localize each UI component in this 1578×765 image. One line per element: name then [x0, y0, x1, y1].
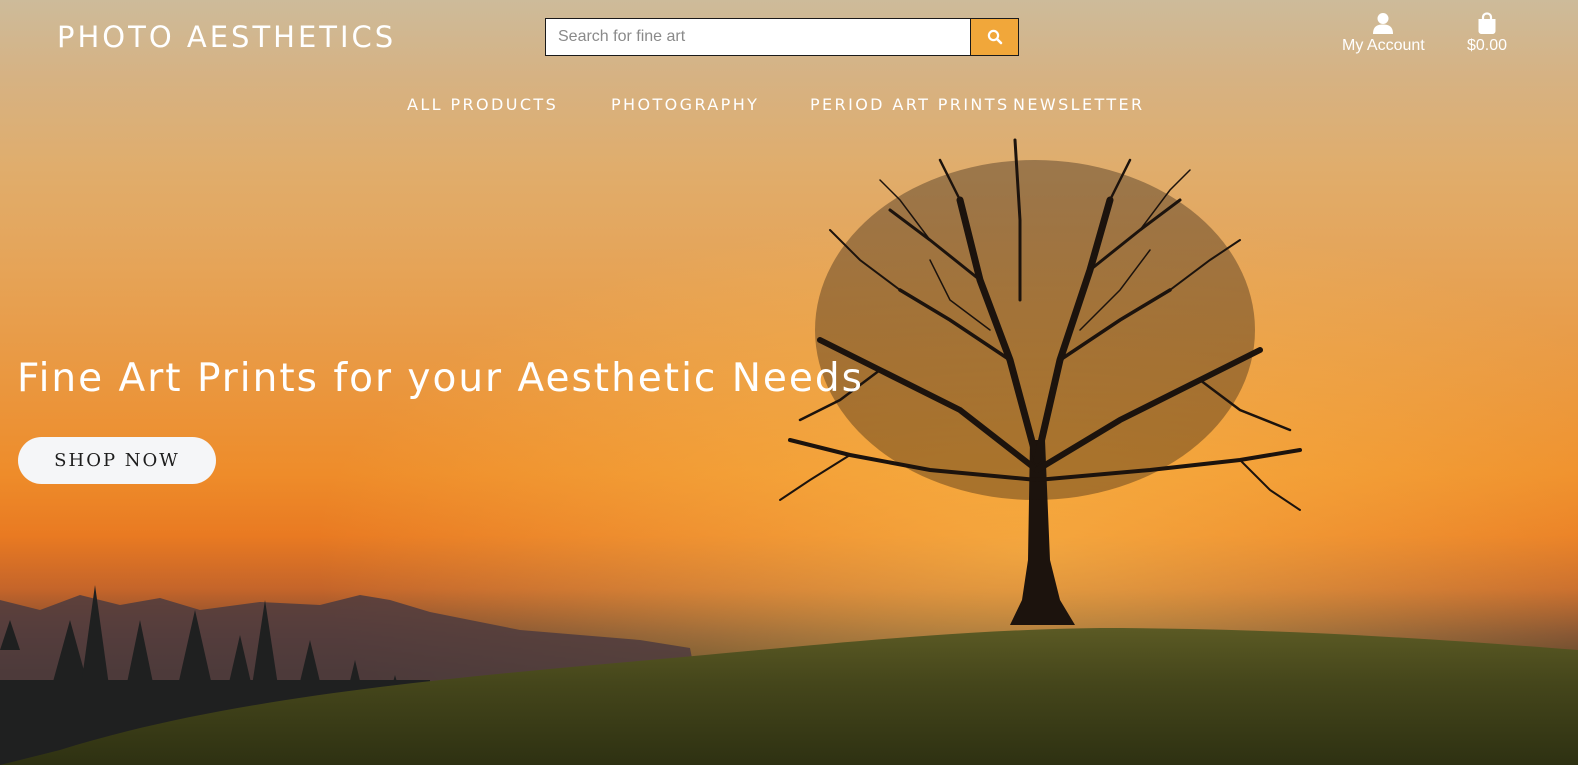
nav-item-period-art-prints[interactable]: PERIOD ART PRINTS — [810, 95, 1010, 114]
cart-total: $0.00 — [1467, 37, 1508, 54]
hero-headline: Fine Art Prints for your Aesthetic Needs — [17, 356, 864, 401]
site-logo[interactable]: PHOTO AESTHETICS — [57, 20, 396, 54]
my-account-label: My Account — [1342, 37, 1425, 54]
nav-item-newsletter[interactable]: NEWSLETTER — [1013, 95, 1145, 114]
search-button[interactable] — [970, 18, 1019, 56]
search-icon — [987, 29, 1002, 45]
shop-now-button[interactable]: SHOP NOW — [18, 437, 216, 484]
user-icon — [1373, 13, 1394, 34]
search-input[interactable] — [545, 18, 971, 56]
my-account-link[interactable]: My Account — [1342, 12, 1425, 55]
shopping-bag-icon — [1478, 12, 1496, 34]
nav-item-photography[interactable]: PHOTOGRAPHY — [611, 95, 759, 114]
search-bar — [545, 18, 1019, 56]
cart-link[interactable]: $0.00 — [1467, 12, 1507, 55]
nav-item-all-products[interactable]: ALL PRODUCTS — [407, 95, 558, 114]
